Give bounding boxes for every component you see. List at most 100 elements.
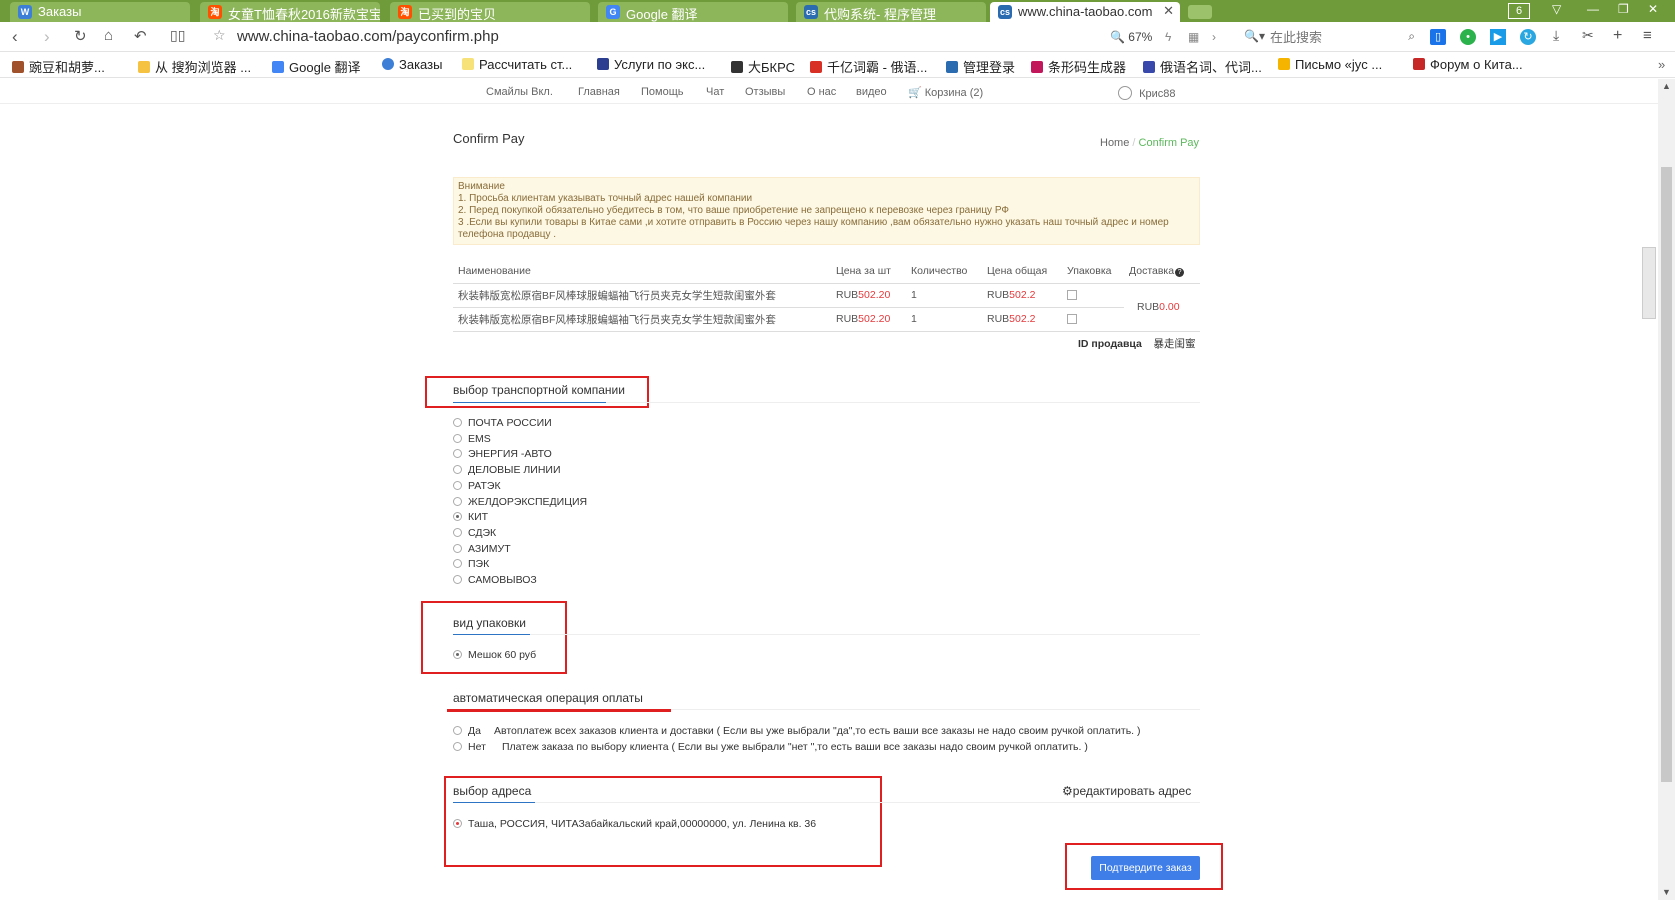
undo-icon[interactable]: ↶ bbox=[134, 27, 147, 45]
search-engine-icon[interactable]: 🔍▾ bbox=[1244, 29, 1265, 43]
scroll-thumb[interactable] bbox=[1661, 167, 1672, 782]
new-tab-button[interactable] bbox=[1188, 5, 1212, 19]
minimize-icon[interactable]: — bbox=[1587, 2, 1599, 16]
close-window-icon[interactable]: ✕ bbox=[1648, 2, 1658, 16]
nav-smiles[interactable]: Смайлы Вкл. bbox=[486, 86, 553, 98]
back-icon[interactable]: ‹ bbox=[12, 27, 18, 47]
transport-option[interactable]: АЗИМУТ bbox=[453, 542, 511, 556]
radio-button[interactable] bbox=[453, 465, 462, 474]
bookmark-item[interactable]: 条形码生成器 bbox=[1031, 57, 1126, 76]
menu-icon[interactable]: ≡ bbox=[1643, 27, 1652, 44]
transport-option[interactable]: ДЕЛОВЫЕ ЛИНИИ bbox=[453, 463, 561, 477]
help-icon[interactable]: ? bbox=[1175, 267, 1185, 277]
forward-icon[interactable]: › bbox=[44, 27, 50, 47]
transport-option[interactable]: САМОВЫВОЗ bbox=[453, 573, 537, 587]
nav-user[interactable]: Крис88 bbox=[1118, 86, 1175, 100]
scroll-up-icon[interactable]: ▲ bbox=[1662, 81, 1671, 91]
tab-count-badge[interactable]: 6 bbox=[1508, 3, 1530, 19]
url-field[interactable]: www.china-taobao.com/payconfirm.php bbox=[237, 28, 499, 45]
transport-option[interactable]: ПОЧТА РОССИИ bbox=[453, 416, 552, 430]
bookmark-item[interactable]: Рассчитать ст... bbox=[462, 57, 572, 72]
wechat-icon[interactable]: • bbox=[1460, 29, 1476, 45]
tab-google-translate[interactable]: G Google 翻译 bbox=[598, 2, 788, 22]
tab-taobao-product[interactable]: 淘 女童T恤春秋2016新款宝宝 bbox=[200, 2, 380, 22]
nav-cart[interactable]: 🛒 Корзина (2) bbox=[908, 86, 983, 99]
bookmark-item[interactable]: Google 翻译 bbox=[272, 57, 361, 76]
packaging-checkbox[interactable] bbox=[1067, 290, 1077, 301]
nav-reviews[interactable]: Отзывы bbox=[745, 86, 785, 98]
bookmark-item[interactable]: 俄语名词、代词... bbox=[1143, 57, 1262, 76]
address-option[interactable]: Таша, РОССИЯ, ЧИТАЗабайкальский край,000… bbox=[453, 817, 816, 831]
side-share-widget[interactable] bbox=[1642, 247, 1656, 319]
radio-button-checked[interactable] bbox=[453, 512, 462, 521]
radio-button[interactable] bbox=[453, 434, 462, 443]
bookmark-item[interactable]: 从 搜狗浏览器 ... bbox=[138, 57, 251, 76]
item-name[interactable]: 秋装韩版宽松原宿BF风棒球服蝙蝠袖飞行员夹克女学生短款闺蜜外套 bbox=[453, 307, 831, 332]
bookmark-item[interactable]: 豌豆和胡萝... bbox=[12, 57, 105, 76]
edit-address-link[interactable]: ⚙редактировать адрес bbox=[1062, 784, 1191, 798]
tab-orders[interactable]: W Заказы bbox=[10, 2, 190, 22]
grid-icon[interactable]: ▦ bbox=[1188, 30, 1199, 44]
bookmark-icon[interactable]: ▯ bbox=[1430, 29, 1446, 45]
bookmark-item[interactable]: 管理登录 bbox=[946, 57, 1015, 76]
transport-option-selected[interactable]: КИТ bbox=[453, 510, 488, 524]
reload-icon[interactable]: ↻ bbox=[74, 27, 87, 45]
breadcrumb-home[interactable]: Home bbox=[1100, 137, 1129, 149]
transport-option[interactable]: СДЭК bbox=[453, 526, 496, 540]
nav-help[interactable]: Помощь bbox=[641, 86, 684, 98]
reader-icon[interactable]: ▯▯ bbox=[170, 27, 185, 44]
bookmark-item[interactable]: Заказы bbox=[382, 57, 442, 72]
chevron-right-icon[interactable]: › bbox=[1212, 30, 1216, 44]
bookmark-item[interactable]: Форум о Кита... bbox=[1413, 57, 1523, 72]
packaging-option[interactable]: Мешок 60 руб bbox=[453, 648, 536, 662]
plus-icon[interactable]: + bbox=[1613, 27, 1622, 45]
transport-option[interactable]: ЖЕЛДОРЭКСПЕДИЦИЯ bbox=[453, 495, 587, 509]
transport-option[interactable]: ЭНЕРГИЯ -АВТО bbox=[453, 447, 552, 461]
radio-button[interactable] bbox=[453, 418, 462, 427]
scrollbar[interactable]: ▲ ▼ bbox=[1658, 79, 1675, 900]
skin-icon[interactable]: ▽ bbox=[1552, 2, 1561, 16]
nav-main[interactable]: Главная bbox=[578, 86, 620, 98]
transport-option[interactable]: РАТЭК bbox=[453, 479, 501, 493]
radio-button[interactable] bbox=[453, 544, 462, 553]
radio-button[interactable] bbox=[453, 497, 462, 506]
radio-button[interactable] bbox=[453, 726, 462, 735]
tab-china-taobao-active[interactable]: cs www.china-taobao.com ✕ bbox=[990, 2, 1180, 22]
tab-program-manage[interactable]: cs 代购系统- 程序管理 bbox=[796, 2, 986, 22]
item-name[interactable]: 秋装韩版宽松原宿BF风棒球服蝙蝠袖飞行员夹克女学生短款闺蜜外套 bbox=[453, 283, 831, 308]
radio-button[interactable] bbox=[453, 742, 462, 751]
packaging-checkbox[interactable] bbox=[1067, 314, 1077, 325]
home-icon[interactable]: ⌂ bbox=[104, 27, 113, 44]
radio-button[interactable] bbox=[453, 528, 462, 537]
nav-chat[interactable]: Чат bbox=[706, 86, 724, 98]
tab-purchased[interactable]: 淘 已买到的宝贝 bbox=[390, 2, 590, 22]
translate-icon[interactable]: ↻ bbox=[1520, 29, 1536, 45]
radio-button[interactable] bbox=[453, 449, 462, 458]
bookmark-item[interactable]: 大БКРС bbox=[731, 57, 795, 76]
radio-button-checked[interactable] bbox=[453, 819, 462, 828]
radio-button[interactable] bbox=[453, 481, 462, 490]
nav-video[interactable]: видео bbox=[856, 86, 887, 98]
bookmarks-overflow-icon[interactable]: » bbox=[1658, 57, 1665, 72]
search-go-icon[interactable]: ⌕ bbox=[1408, 29, 1415, 44]
seller-id[interactable]: 暴走闺蜜 bbox=[1154, 338, 1196, 350]
radio-button-checked[interactable] bbox=[453, 650, 462, 659]
scissors-icon[interactable]: ✂ bbox=[1582, 27, 1594, 44]
transport-option[interactable]: ПЭК bbox=[453, 557, 489, 571]
play-icon[interactable]: ▶ bbox=[1490, 29, 1506, 45]
bookmark-item[interactable]: Услуги по экс... bbox=[597, 57, 705, 72]
star-icon[interactable]: ☆ bbox=[213, 27, 226, 44]
radio-button[interactable] bbox=[453, 559, 462, 568]
bookmark-item[interactable]: 千亿词霸 - 俄语... bbox=[810, 57, 927, 76]
radio-button[interactable] bbox=[453, 575, 462, 584]
restore-icon[interactable]: ❐ bbox=[1618, 2, 1629, 16]
autopay-option-yes[interactable]: Да Автоплатеж всех заказов клиента и дост… bbox=[453, 724, 1141, 738]
autopay-option-no[interactable]: Нет Платеж заказа по выбору клиента ( Есл… bbox=[453, 740, 1088, 754]
download-icon[interactable]: ⤓ bbox=[1553, 27, 1559, 44]
scroll-down-icon[interactable]: ▼ bbox=[1662, 887, 1671, 897]
tab-close-icon[interactable]: ✕ bbox=[1163, 3, 1174, 19]
transport-option[interactable]: EMS bbox=[453, 432, 491, 446]
bookmark-item[interactable]: Письмо «jyc ... bbox=[1278, 57, 1382, 72]
zoom-level[interactable]: 🔍 67% bbox=[1110, 30, 1152, 44]
flash-icon[interactable]: ϟ bbox=[1165, 30, 1171, 44]
